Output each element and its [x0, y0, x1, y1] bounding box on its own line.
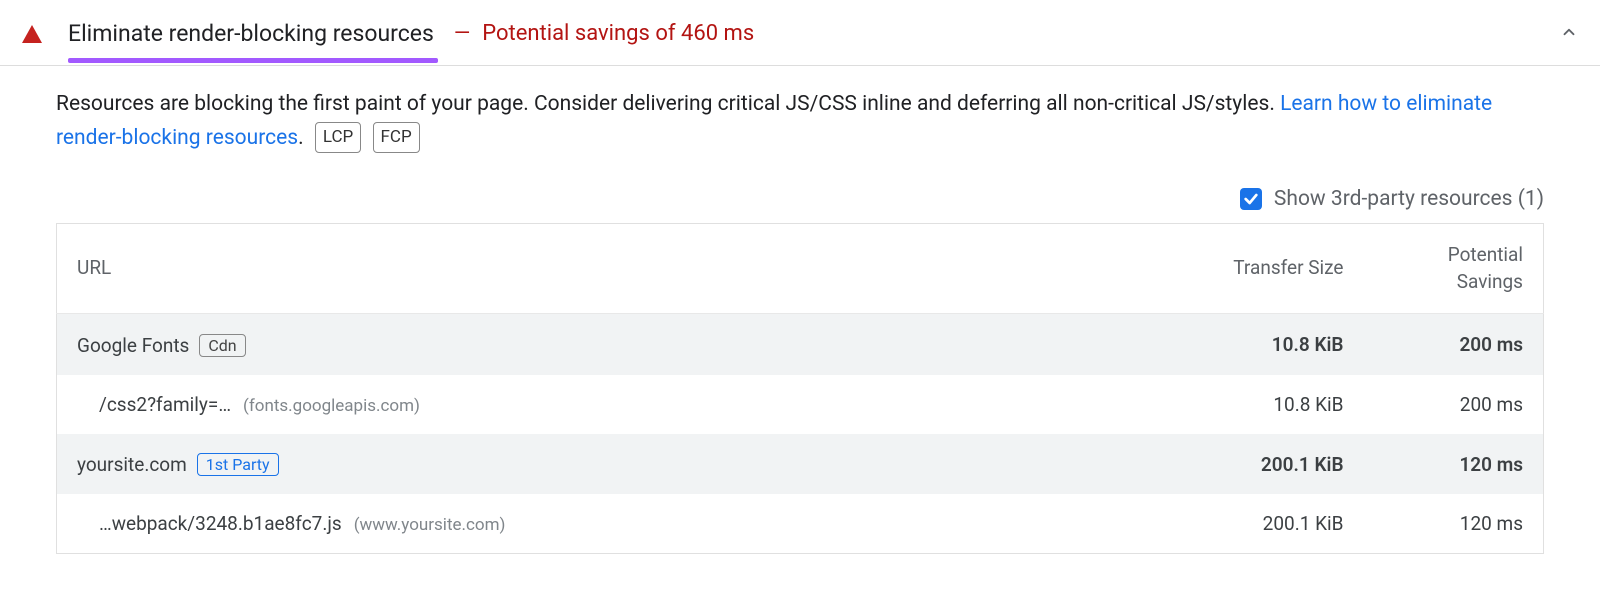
table-header-row: URL Transfer Size Potential Savings	[57, 224, 1544, 314]
third-party-label: Show 3rd-party resources (1)	[1274, 187, 1544, 211]
third-party-toggle-row: Show 3rd-party resources (1)	[56, 187, 1544, 211]
col-header-url: URL	[57, 224, 1164, 314]
group-savings: 200 ms	[1364, 314, 1544, 375]
audit-underline-highlight	[68, 58, 438, 63]
warning-triangle-icon	[22, 25, 42, 43]
sub-url-cell: /css2?family=… (fonts.googleapis.com)	[57, 375, 1164, 434]
group-size: 200.1 KiB	[1164, 434, 1364, 494]
metric-tags: LCP FCP	[309, 126, 420, 150]
sub-size: 10.8 KiB	[1164, 375, 1364, 434]
metric-tag-lcp: LCP	[315, 122, 361, 153]
group-url-cell: yoursite.com 1st Party	[57, 434, 1164, 494]
sub-url-cell: …webpack/3248.b1ae8fc7.js (www.yoursite.c…	[57, 494, 1164, 554]
sub-url-path: …webpack/3248.b1ae8fc7.js	[99, 512, 342, 535]
learn-period: .	[298, 126, 304, 150]
group-name: yoursite.com	[77, 453, 187, 476]
audit-body: Resources are blocking the first paint o…	[0, 66, 1600, 554]
savings-separator: —	[454, 22, 470, 46]
table-group-row[interactable]: yoursite.com 1st Party 200.1 KiB120 ms	[57, 434, 1544, 494]
third-party-checkbox[interactable]	[1240, 188, 1262, 210]
group-badge: Cdn	[199, 334, 245, 357]
sub-savings: 200 ms	[1364, 375, 1544, 434]
audit-table: URL Transfer Size Potential Savings Goog…	[56, 223, 1544, 554]
table-body: Google Fonts Cdn 10.8 KiB200 ms/css2?famil…	[57, 314, 1544, 554]
sub-size: 200.1 KiB	[1164, 494, 1364, 554]
group-url-cell: Google Fonts Cdn	[57, 314, 1164, 375]
table-sub-row[interactable]: /css2?family=… (fonts.googleapis.com) 10.8…	[57, 375, 1544, 434]
audit-title-wrap: Eliminate render-blocking resources	[68, 20, 434, 47]
table-group-row[interactable]: Google Fonts Cdn 10.8 KiB200 ms	[57, 314, 1544, 375]
table-sub-row[interactable]: …webpack/3248.b1ae8fc7.js (www.yoursite.c…	[57, 494, 1544, 554]
metric-tag-fcp: FCP	[373, 122, 420, 153]
group-badge: 1st Party	[197, 453, 279, 476]
audit-description-text: Resources are blocking the first paint o…	[56, 92, 1280, 116]
sub-url-path: /css2?family=…	[99, 393, 231, 416]
sub-url-host: (fonts.googleapis.com)	[243, 396, 420, 416]
sub-url-host: (www.yoursite.com)	[354, 515, 506, 535]
sub-savings: 120 ms	[1364, 494, 1544, 554]
group-savings: 120 ms	[1364, 434, 1544, 494]
audit-title: Eliminate render-blocking resources	[68, 20, 434, 47]
col-header-size: Transfer Size	[1164, 224, 1364, 314]
group-name: Google Fonts	[77, 334, 189, 357]
chevron-up-icon[interactable]	[1560, 22, 1578, 46]
audit-header[interactable]: Eliminate render-blocking resources — Po…	[0, 0, 1600, 66]
savings-text: Potential savings of 460 ms	[482, 21, 754, 46]
col-header-savings: Potential Savings	[1364, 224, 1544, 314]
group-size: 10.8 KiB	[1164, 314, 1364, 375]
audit-description: Resources are blocking the first paint o…	[56, 88, 1544, 155]
